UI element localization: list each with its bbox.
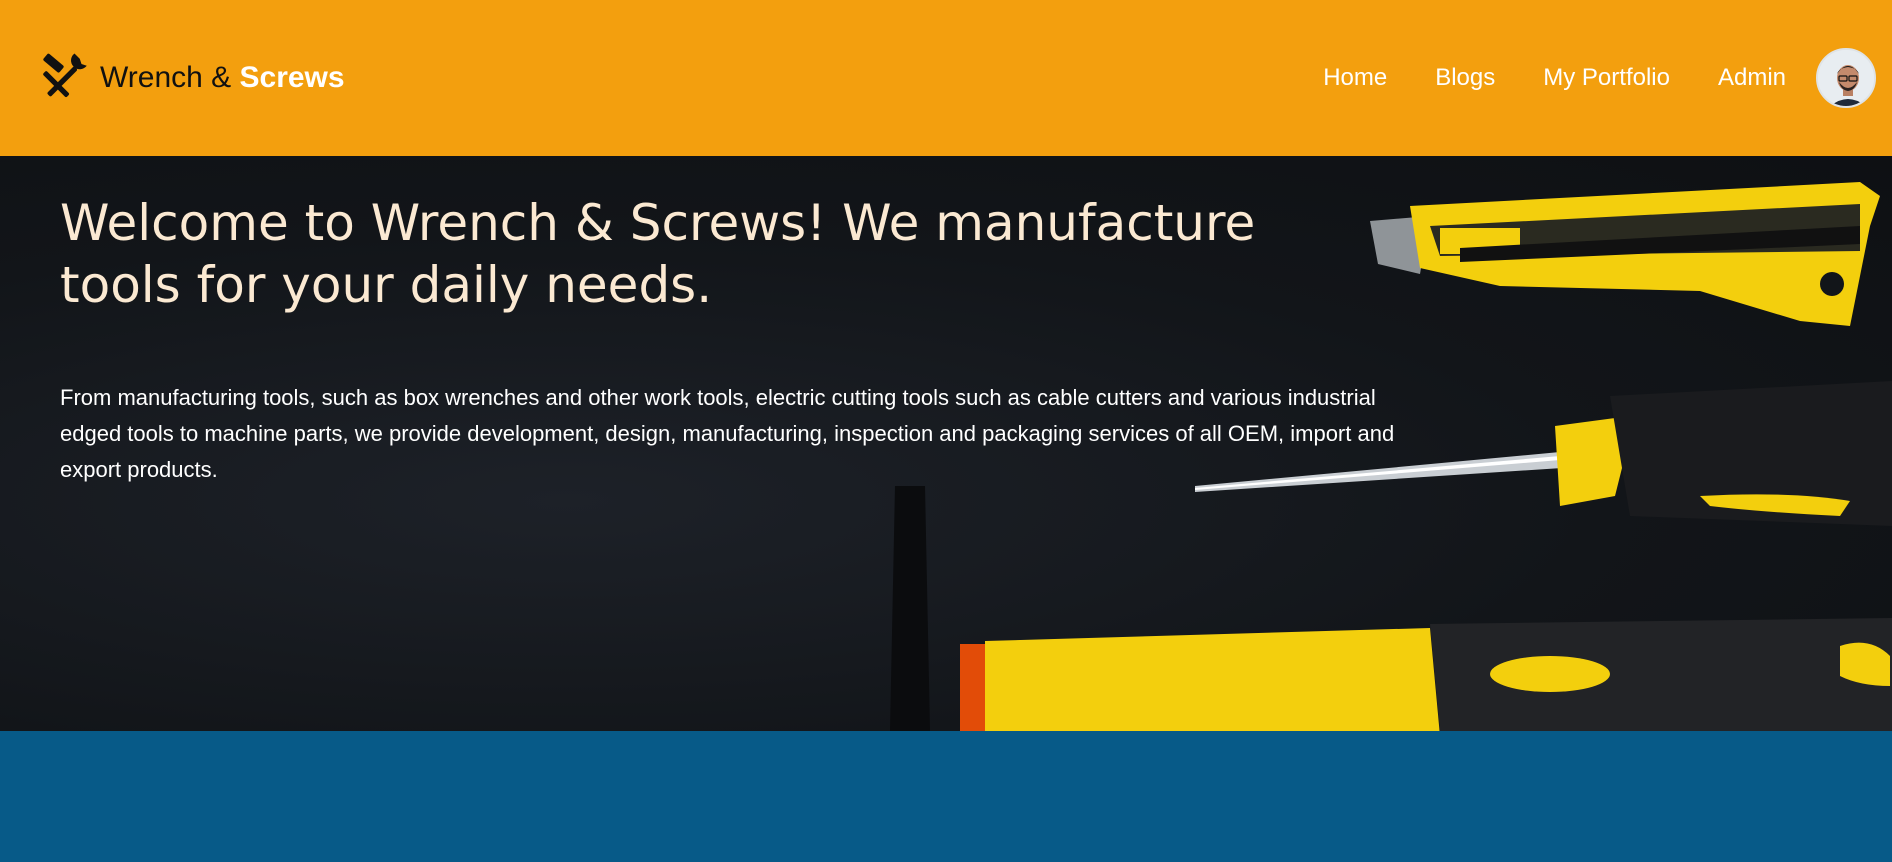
hammer-wrench-icon — [43, 53, 87, 98]
next-section — [0, 731, 1892, 862]
brand-logo[interactable]: Wrench & Screws — [36, 50, 345, 106]
brand-name: Wrench & Screws — [100, 61, 345, 95]
nav-admin[interactable]: Admin — [1718, 64, 1786, 92]
hammer — [890, 486, 1892, 731]
nav-home[interactable]: Home — [1323, 64, 1387, 92]
brand-name-part1: Wrench & — [100, 61, 240, 94]
brand-name-part2: Screws — [239, 61, 345, 94]
nav-blogs[interactable]: Blogs — [1435, 64, 1495, 92]
user-avatar[interactable] — [1816, 48, 1876, 108]
utility-knife — [1370, 182, 1880, 326]
hero-title: Welcome to Wrench & Screws! We manufactu… — [60, 194, 1256, 314]
hero-section: Welcome to Wrench & Screws! We manufactu… — [0, 156, 1892, 731]
avatar-image — [1818, 50, 1874, 106]
hero-description: From manufacturing tools, such as box wr… — [60, 385, 1395, 482]
hero-content: Welcome to Wrench & Screws! We manufactu… — [60, 192, 1440, 488]
navbar: Wrench & Screws Home Blogs My Portfolio … — [0, 0, 1892, 156]
nav-menu: Home Blogs My Portfolio Admin — [1323, 48, 1876, 108]
nav-my-portfolio[interactable]: My Portfolio — [1543, 64, 1670, 92]
